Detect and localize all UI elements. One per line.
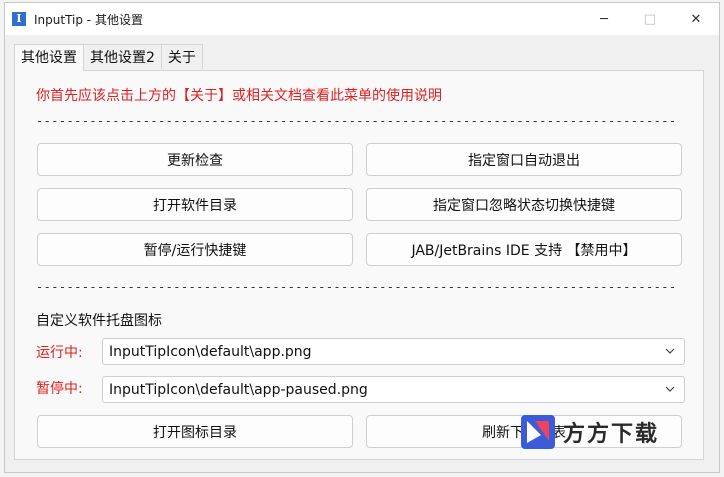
separator-top: ----------------------------------------… xyxy=(36,114,678,128)
running-icon-value: InputTipIcon\default\app.png xyxy=(109,343,312,360)
tab-bar: 其他设置 其他设置2 关于 xyxy=(14,44,203,71)
usage-notice: 你首先应该点击上方的【关于】或相关文档查看此菜单的使用说明 xyxy=(36,88,442,104)
pause-run-hotkey-button[interactable]: 暂停/运行快捷键 xyxy=(37,233,353,266)
paused-icon-select[interactable]: InputTipIcon\default\app-paused.png xyxy=(102,376,685,403)
paused-label: 暂停中: xyxy=(36,381,83,397)
window-controls: ─ □ ✕ xyxy=(581,3,719,35)
tray-icon-section-title: 自定义软件托盘图标 xyxy=(36,313,162,329)
separator-bottom: ----------------------------------------… xyxy=(36,280,678,294)
maximize-button[interactable]: □ xyxy=(627,3,673,35)
watermark-text: 方方下载 xyxy=(563,422,660,447)
watermark-logo-icon xyxy=(521,415,555,449)
watermark: 方方下载 xyxy=(519,410,695,454)
check-update-button[interactable]: 更新检查 xyxy=(37,143,353,176)
open-icon-dir-button[interactable]: 打开图标目录 xyxy=(37,415,353,448)
running-label: 运行中: xyxy=(36,345,83,361)
window-title: InputTip - 其他设置 xyxy=(34,12,143,27)
paused-icon-value: InputTipIcon\default\app-paused.png xyxy=(109,381,368,398)
jab-support-button[interactable]: JAB/JetBrains IDE 支持 【禁用中】 xyxy=(366,233,682,266)
ignore-state-hotkey-button[interactable]: 指定窗口忽略状态切换快捷键 xyxy=(366,188,682,221)
open-software-dir-button[interactable]: 打开软件目录 xyxy=(37,188,353,221)
tab-other-settings-2[interactable]: 其他设置2 xyxy=(83,44,162,69)
title-bar[interactable]: I InputTip - 其他设置 ─ □ ✕ xyxy=(5,3,719,35)
tab-other-settings[interactable]: 其他设置 xyxy=(14,44,84,71)
tab-about[interactable]: 关于 xyxy=(160,44,203,69)
chevron-down-icon xyxy=(665,348,675,354)
minimize-button[interactable]: ─ xyxy=(581,3,627,35)
chevron-down-icon xyxy=(665,386,675,392)
auto-exit-window-button[interactable]: 指定窗口自动退出 xyxy=(366,143,682,176)
app-icon: I xyxy=(12,12,26,26)
close-button[interactable]: ✕ xyxy=(673,3,719,35)
running-icon-select[interactable]: InputTipIcon\default\app.png xyxy=(102,338,685,365)
